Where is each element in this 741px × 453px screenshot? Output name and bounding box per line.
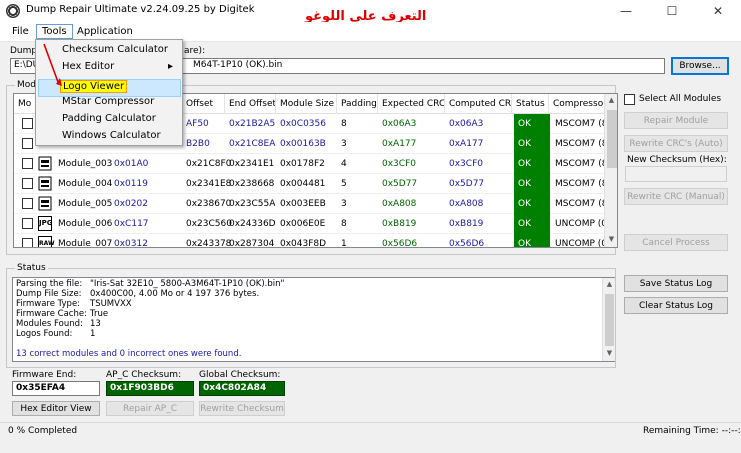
- hex-editor-view-button[interactable]: Hex Editor View: [12, 401, 100, 416]
- apc-checksum-label: AP_C Checksum:: [106, 370, 182, 380]
- statusbar-divider: [0, 422, 741, 423]
- save-status-log-button[interactable]: Save Status Log: [624, 275, 728, 292]
- status-line: Firmware Type: TSUMVXX: [16, 299, 132, 309]
- rewrite-checksum-button[interactable]: Rewrite Checksum: [199, 401, 285, 416]
- global-checksum-field[interactable]: 0x4C802A84: [199, 381, 285, 396]
- status-group-title: Status: [15, 263, 48, 273]
- apc-checksum-field[interactable]: 0x1F903BD6: [106, 381, 194, 396]
- status-vertical-scrollbar[interactable]: ▲ ▼: [602, 278, 615, 361]
- firmware-end-label: Firmware End:: [12, 370, 77, 380]
- status-line: Firmware Cache: True: [16, 309, 109, 319]
- status-line: Parsing the file: "Iris-Sat 32E10_ 5800-A…: [16, 279, 285, 289]
- status-line: Logos Found: 1: [16, 329, 96, 339]
- status-scroll-thumb[interactable]: [605, 294, 614, 346]
- scroll-up-icon[interactable]: ▲: [602, 280, 617, 288]
- global-checksum-label: Global Checksum:: [199, 370, 281, 380]
- remaining-time-text: Remaining Time: --:--:--: [643, 426, 741, 436]
- scroll-down-icon[interactable]: ▼: [602, 349, 617, 357]
- repair-apc-button[interactable]: Repair AP_C: [106, 401, 194, 416]
- clear-status-log-button[interactable]: Clear Status Log: [624, 297, 728, 314]
- firmware-end-field[interactable]: 0x35EFA4: [12, 381, 100, 396]
- status-log[interactable]: Parsing the file: "Iris-Sat 32E10_ 5800-A…: [12, 277, 615, 362]
- status-line: Dump File Size: 0x400C00, 4.00 Mo or 4 19…: [16, 289, 260, 299]
- progress-text: 0 % Completed: [8, 426, 78, 436]
- status-line: Modules Found: 13: [16, 319, 101, 329]
- status-summary: 13 correct modules and 0 incorrect ones …: [16, 349, 242, 359]
